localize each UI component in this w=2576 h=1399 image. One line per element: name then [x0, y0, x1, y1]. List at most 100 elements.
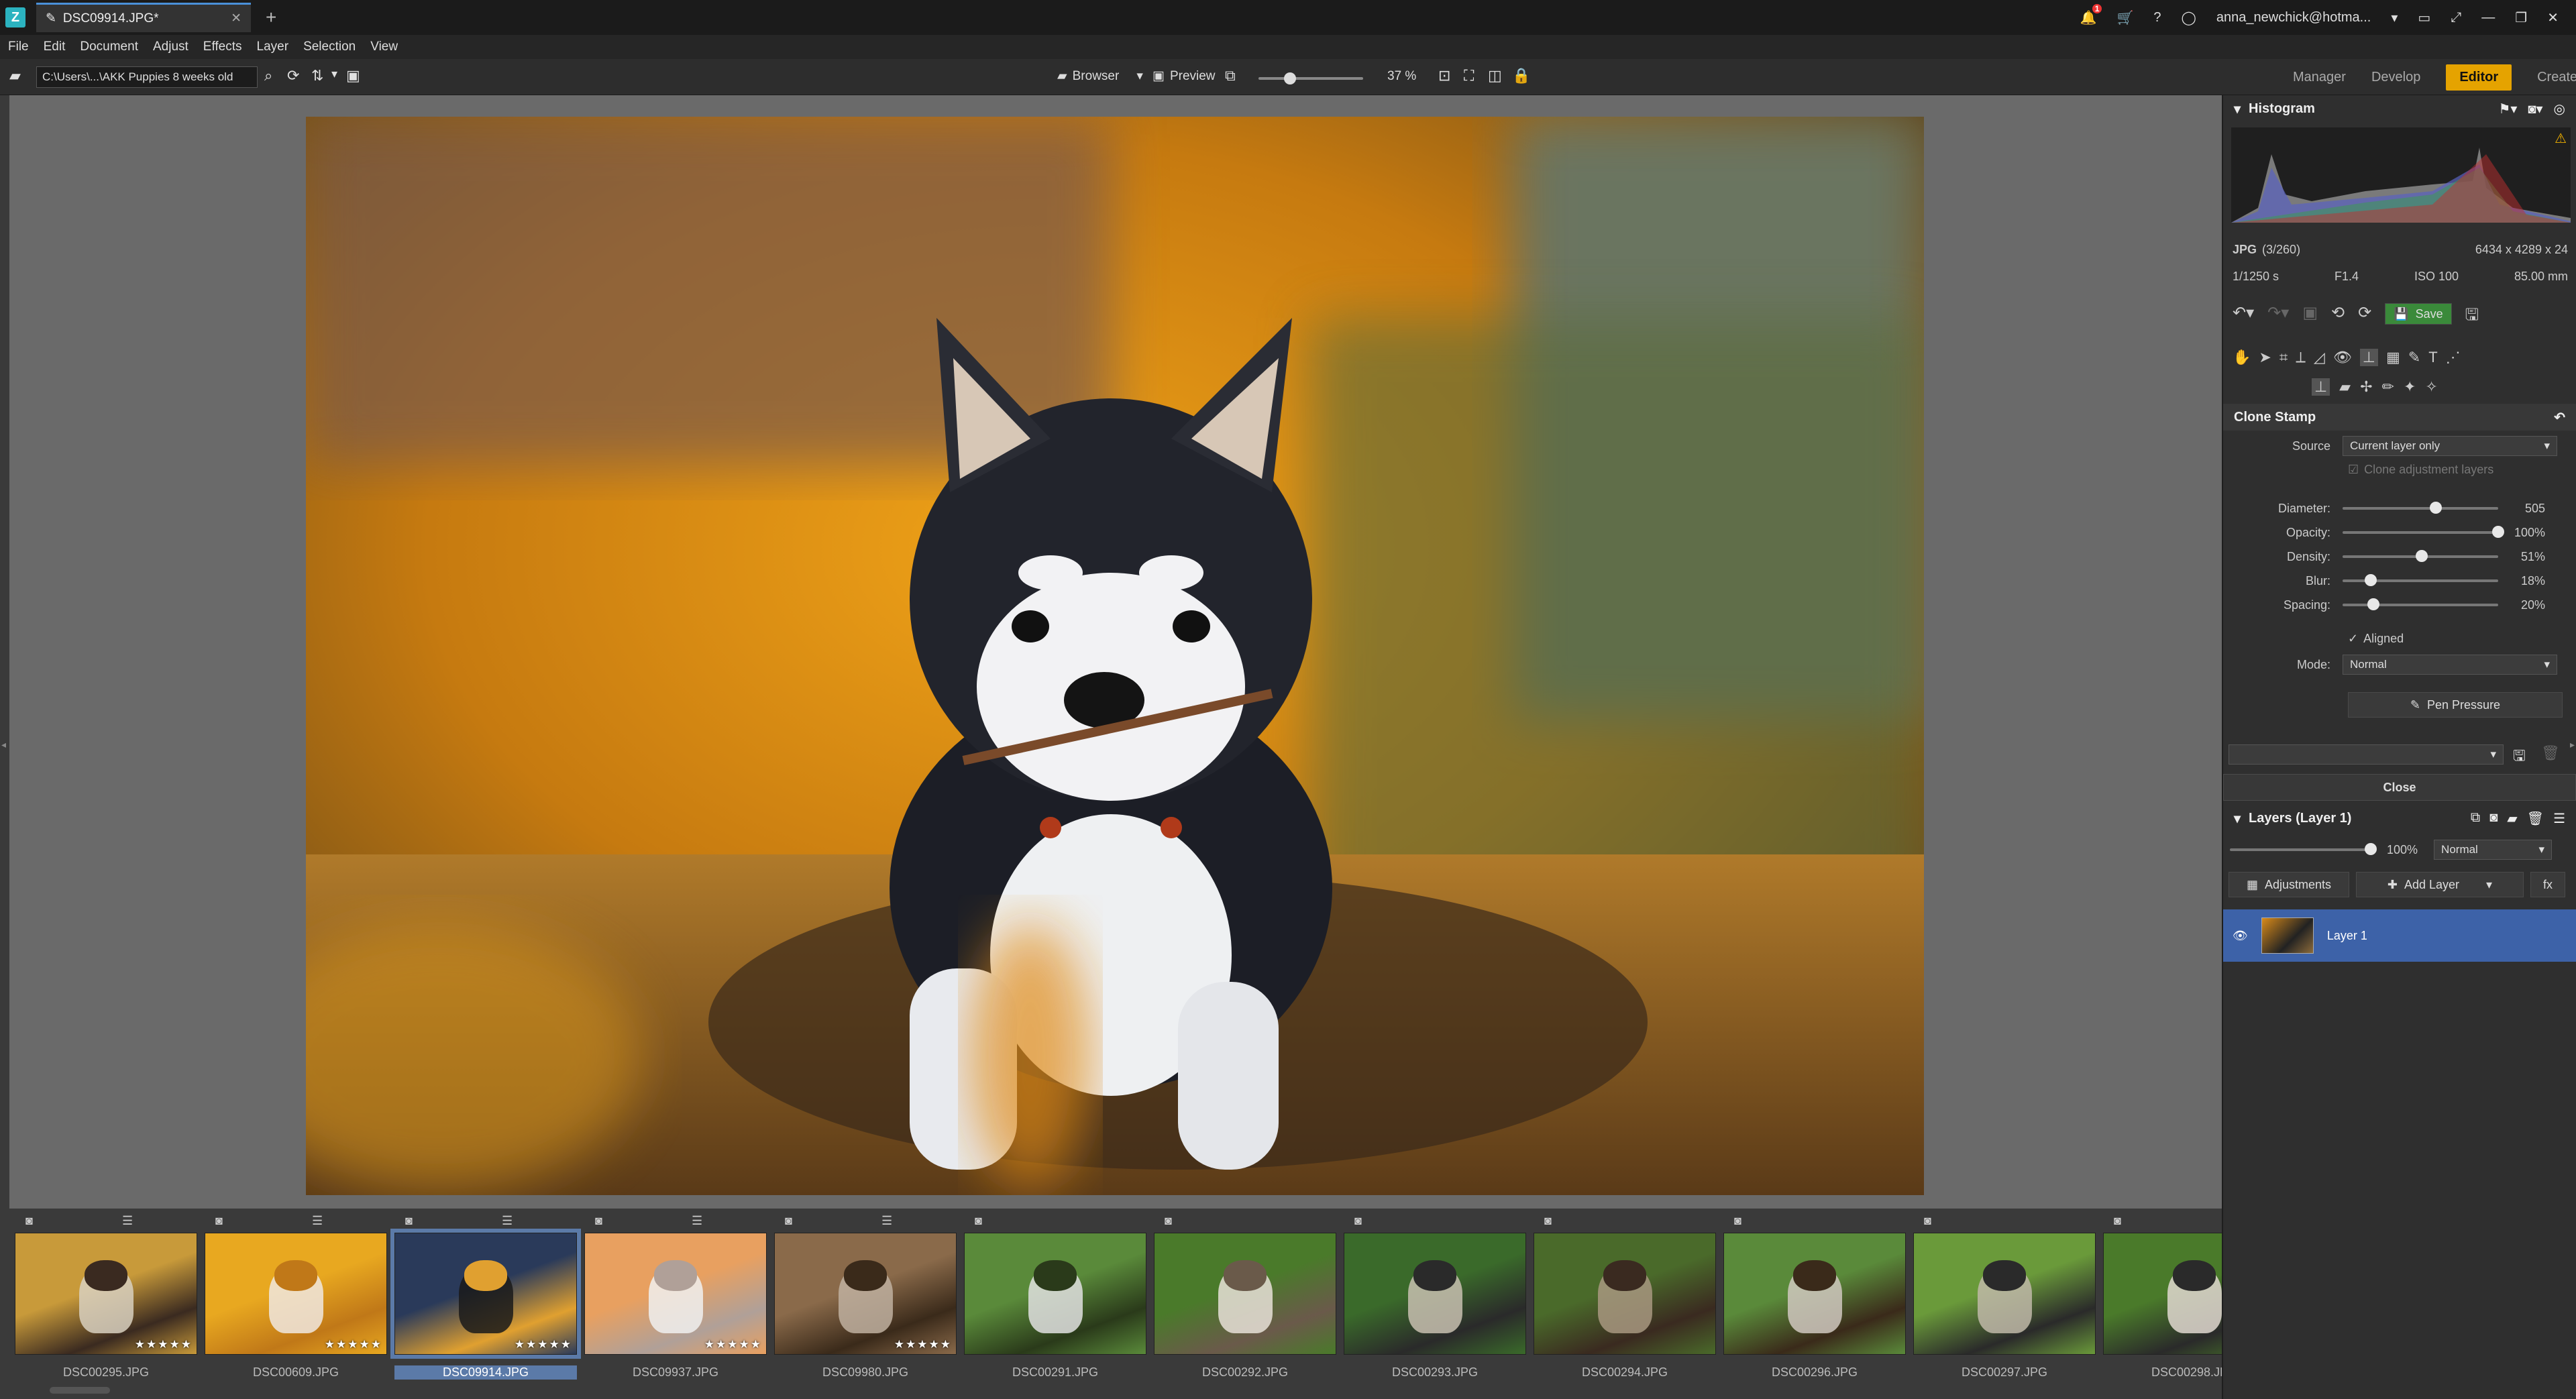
group-folder-icon[interactable]: ▰ [2507, 810, 2517, 827]
visibility-eye-icon[interactable]: 👁 [2233, 929, 2248, 943]
filmstrip-thumbnail[interactable]: ★★★★★ [774, 1233, 957, 1355]
slider-handle[interactable] [2430, 502, 2443, 514]
zoom-slider[interactable] [1258, 72, 1363, 85]
chevron-down-icon[interactable]: ▾ [2391, 9, 2398, 26]
filmstrip-thumbnail[interactable] [1723, 1233, 1906, 1355]
menu-view[interactable]: View [370, 40, 398, 54]
pen-pressure-button[interactable]: ✎ Pen Pressure [2348, 692, 2563, 718]
crop-tool-icon[interactable]: ⌗ [2279, 349, 2288, 366]
collapse-right-icon[interactable]: ▸ [2570, 739, 2575, 750]
clone-adjustment-checkbox[interactable]: ☑ [2348, 463, 2359, 477]
sort-icon[interactable]: ⇅ [311, 67, 323, 85]
filmstrip-thumbnail[interactable]: ★★★★★ [390, 1229, 581, 1359]
layers-header[interactable]: ▾ Layers (Layer 1) ⧉ ◙ ▰ 🗑 ☰ [2223, 805, 2576, 832]
add-layer-button[interactable]: ✚ Add Layer ▾ [2356, 872, 2524, 897]
blend-mode-dropdown[interactable]: Normal ▾ [2434, 840, 2553, 860]
rating-stars[interactable]: ★★★★★ [325, 1338, 382, 1351]
duplicate-layer-icon[interactable]: ⧉ [2471, 810, 2480, 827]
delete-layer-icon[interactable]: 🗑 [2527, 810, 2544, 827]
close-tool-button[interactable]: Close [2223, 774, 2576, 801]
filmstrip-thumbnail[interactable]: ★★★★★ [15, 1233, 197, 1355]
fullscreen-icon[interactable]: ⤢ [2451, 10, 2461, 25]
save-as-icon[interactable]: 🖫 [2465, 303, 2479, 331]
compare-icon[interactable]: ◫ [1488, 67, 1502, 85]
hand-tool-icon[interactable]: ✋ [2233, 349, 2251, 366]
actual-size-icon[interactable]: ⊡ [1438, 67, 1450, 85]
filmstrip-thumbnail[interactable] [1913, 1233, 2096, 1355]
slider-handle[interactable] [2367, 598, 2380, 610]
text-tool-icon[interactable]: T [2428, 349, 2437, 366]
minimize-icon[interactable]: — [2481, 10, 2495, 25]
lock-icon[interactable]: 🔒 [1512, 67, 1530, 85]
zoom-slider-handle[interactable] [1283, 72, 1296, 85]
help-icon[interactable]: ? [2153, 10, 2161, 25]
fx-button[interactable]: fx [2530, 872, 2565, 897]
menu-layer[interactable]: Layer [257, 40, 289, 54]
perspective-tool-icon[interactable]: ◿ [2314, 349, 2325, 366]
source-dropdown[interactable]: Current layer only ▾ [2343, 436, 2557, 456]
browser-button[interactable]: ▰ Browser ▾ [1057, 68, 1143, 84]
layers-menu-icon[interactable]: ☰ [2553, 810, 2565, 827]
mask-icon[interactable]: ◙ [2489, 810, 2498, 827]
folder-icon[interactable]: ▰ [9, 67, 21, 85]
browser-chevron-icon[interactable]: ▾ [1136, 68, 1143, 84]
menu-adjust[interactable]: Adjust [153, 40, 189, 54]
slider-handle[interactable] [2416, 550, 2428, 562]
stamp-tool-icon[interactable]: ⊥ [2312, 378, 2330, 396]
pencil-tool-icon[interactable]: ✏ [2382, 378, 2394, 396]
new-tab-button[interactable]: + [266, 7, 276, 28]
more-tools-icon[interactable]: ⋰ [2446, 349, 2461, 366]
menu-selection[interactable]: Selection [303, 40, 356, 54]
left-panel-collapse[interactable]: ◂ [0, 95, 9, 1209]
layer-opacity-handle[interactable] [2365, 843, 2377, 855]
rating-stars[interactable]: ★★★★★ [894, 1338, 952, 1351]
clone-stamp-tool-icon[interactable]: ⊥ [2359, 349, 2378, 366]
rating-stars[interactable]: ★★★★★ [135, 1338, 193, 1351]
menu-edit[interactable]: Edit [44, 40, 66, 54]
chevron-down-icon[interactable]: ▾ [2486, 878, 2492, 892]
history-image-icon[interactable]: ▣ [2302, 303, 2318, 331]
rating-stars[interactable]: ★★★★★ [704, 1338, 762, 1351]
warning-icon[interactable]: ⚠ [2555, 130, 2567, 147]
preview-button[interactable]: ▣ Preview [1152, 68, 1216, 84]
close-tab-icon[interactable]: ✕ [231, 11, 241, 26]
eraser-tool-icon[interactable]: ▰ [2339, 378, 2351, 396]
menu-document[interactable]: Document [80, 40, 138, 54]
document-tab[interactable]: ✎ DSC09914.JPG* ✕ [36, 3, 251, 32]
cart-icon[interactable]: 🛒 [2116, 9, 2133, 26]
mode-tab-create[interactable]: Create [2537, 70, 2576, 85]
straighten-tool-icon[interactable]: ⟂ [2296, 349, 2306, 366]
camera-icon[interactable]: ◙▾ [2528, 101, 2542, 117]
user-account-label[interactable]: anna_newchick@hotma... [2216, 10, 2371, 25]
menu-file[interactable]: File [8, 40, 29, 54]
user-avatar-icon[interactable]: ◯ [2182, 9, 2196, 26]
rating-stars[interactable]: ★★★★★ [515, 1338, 572, 1351]
filmstrip-thumbnail[interactable] [1154, 1233, 1336, 1355]
redo-icon[interactable]: ↷▾ [2267, 303, 2289, 331]
slider-handle[interactable] [2364, 574, 2377, 586]
rotate-left-icon[interactable]: ⟲ [2331, 303, 2345, 331]
adjustments-button[interactable]: ▦ Adjustments [2229, 872, 2349, 897]
red-eye-tool-icon[interactable]: 👁 [2333, 349, 2352, 366]
mode-tab-editor[interactable]: Editor [2446, 64, 2512, 91]
pointer-tool-icon[interactable]: ➤ [2259, 349, 2271, 366]
preset-dropdown[interactable]: ▾ [2229, 744, 2504, 765]
filmstrip-thumbnail[interactable] [1534, 1233, 1716, 1355]
notification-icon[interactable]: 🔔 1 [2080, 3, 2102, 26]
layer-opacity-slider[interactable] [2230, 843, 2377, 855]
layer-row[interactable]: 👁 Layer 1 [2223, 909, 2576, 962]
undo-icon[interactable]: ↶▾ [2233, 303, 2254, 331]
filmstrip-thumbnail[interactable] [964, 1233, 1146, 1355]
retouch-tool-icon[interactable]: ✧ [2425, 378, 2437, 396]
monitor-icon[interactable]: ▭ [2418, 9, 2430, 26]
path-field[interactable]: C:\Users\...\AKK Puppies 8 weeks old [36, 66, 258, 88]
magic-wand-icon[interactable]: ✦ [2404, 378, 2416, 396]
save-preset-icon[interactable]: 🖫 [2513, 744, 2526, 770]
slider-track[interactable] [2343, 526, 2504, 538]
filmstrip-thumbnail[interactable] [1344, 1233, 1526, 1355]
filmstrip-thumbnail[interactable]: ★★★★★ [584, 1233, 767, 1355]
aligned-checkbox[interactable]: ✓ [2348, 632, 2358, 646]
filmstrip-scrollbar[interactable] [50, 1387, 110, 1394]
mode-tab-develop[interactable]: Develop [2371, 70, 2420, 85]
folder-add-icon[interactable]: ▣ [346, 67, 360, 85]
